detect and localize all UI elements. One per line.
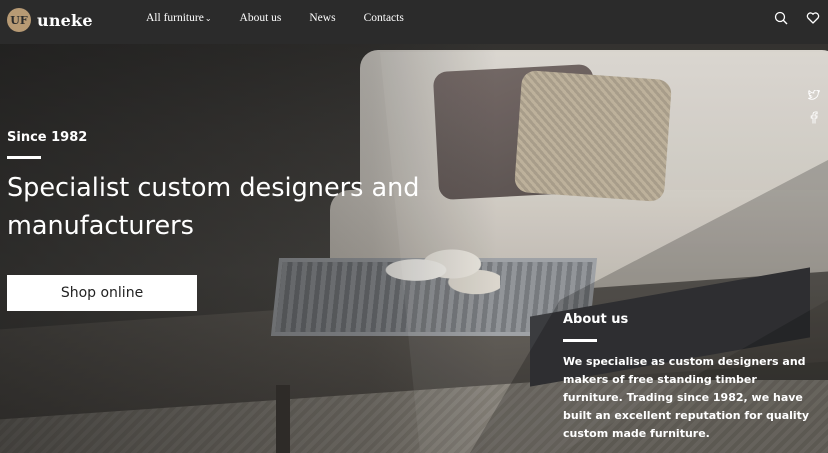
logo[interactable]: UF uneke: [7, 8, 93, 32]
social-links: [808, 90, 820, 124]
nav-item-about-us[interactable]: About us: [240, 12, 282, 24]
hero-intro: Since 1982 Specialist custom designers a…: [7, 130, 427, 245]
logo-text: uneke: [37, 10, 93, 30]
hero-headline: Specialist custom designers and manufact…: [7, 173, 420, 241]
since-label: Since 1982: [7, 130, 88, 145]
about-panel: About us We specialise as custom designe…: [563, 312, 818, 443]
heart-icon[interactable]: [806, 11, 820, 25]
top-navbar: UF uneke All furniture⌄ About us News Co…: [0, 0, 828, 44]
divider: [7, 156, 41, 159]
search-icon[interactable]: [774, 11, 788, 25]
shop-online-button[interactable]: Shop online: [7, 275, 197, 311]
about-title: About us: [563, 312, 629, 327]
twitter-icon[interactable]: [808, 90, 820, 101]
main-nav: All furniture⌄ About us News Contacts: [146, 12, 404, 24]
facebook-icon[interactable]: [808, 111, 820, 124]
nav-item-news[interactable]: News: [309, 12, 335, 24]
nav-icons: [774, 11, 820, 25]
nav-item-contacts[interactable]: Contacts: [364, 12, 404, 24]
about-text: We specialise as custom designers and ma…: [563, 355, 810, 440]
chevron-down-icon: ⌄: [204, 14, 212, 23]
divider: [563, 339, 597, 342]
nav-item-label: All furniture: [146, 12, 204, 24]
nav-item-all-furniture[interactable]: All furniture⌄: [146, 12, 212, 24]
logo-mark: UF: [7, 8, 31, 32]
